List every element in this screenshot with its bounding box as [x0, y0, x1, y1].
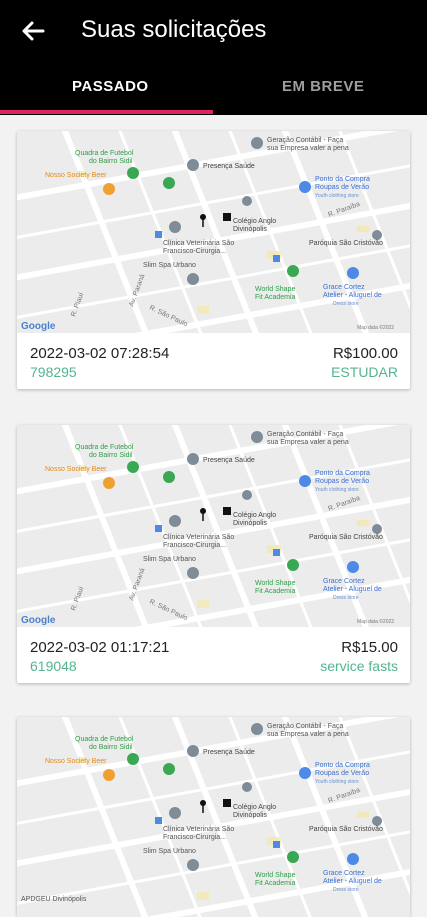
map-label-quadra1: Quadra de Futebol: [75, 736, 134, 743]
tab-em-breve[interactable]: EM BREVE: [282, 76, 364, 98]
map-label-clinica1: Clínica Veterinária São: [163, 826, 234, 833]
map-label-quadra2: do Bairro Sidil: [89, 744, 133, 751]
map-label-grace1: Grace Cortez: [323, 870, 365, 877]
map-label-grace1: Grace Cortez: [323, 284, 365, 291]
map-label-geracao1: Geração Contábil - Faça: [267, 137, 343, 144]
map-label-colegio2: Divinópolis: [233, 520, 267, 527]
map-label-clinica2: Francisco-Cirurgia...: [163, 542, 226, 549]
app-header: Suas solicitações PASSADO EM BREVE: [0, 0, 427, 115]
map-label-colegio1: Colégio Anglo: [233, 218, 276, 225]
map-label-paroquia: Paróquia São Cristóvão: [309, 534, 383, 541]
map-label-world2: Fit Academia: [255, 588, 296, 595]
request-card[interactable]: Quadra de Futebol do Bairro Sidil Nosso …: [17, 425, 410, 683]
map-label-presenca: Presença Saúde: [203, 749, 255, 756]
map-label-colegio1: Colégio Anglo: [233, 512, 276, 519]
map-label-world1: World Shape: [255, 872, 295, 879]
request-info: 2022-03-02 01:17:21 619048 R$15.00 servi…: [17, 627, 410, 683]
map-label-slim: Slim Spa Urbano: [143, 848, 196, 855]
request-code: 798295: [30, 364, 77, 380]
map-label-grace2: Atelier - Aluguel de: [323, 292, 382, 299]
map-label-grace3: Dress store: [333, 595, 359, 601]
request-service: ESTUDAR: [331, 364, 398, 380]
map-label-world1: World Shape: [255, 286, 295, 293]
map-label-geracao1: Geração Contábil - Faça: [267, 431, 343, 438]
map-label-mapdata: Map data ©2022: [357, 324, 394, 331]
request-price: R$100.00: [332, 345, 398, 362]
map-label-quadra2: do Bairro Sidil: [89, 158, 133, 165]
map-label-quadra1: Quadra de Futebol: [75, 444, 134, 451]
map-image: Quadra de Futebol do Bairro Sidil Nosso …: [17, 131, 410, 333]
map-label-colegio1: Colégio Anglo: [233, 804, 276, 811]
map-label-mapdata: Map data ©2022: [357, 618, 394, 625]
map-label-clinica2: Francisco-Cirurgia...: [163, 834, 226, 841]
map-label-nosso: Nosso Society Beer: [45, 758, 107, 765]
map-label-grace3: Dress store: [333, 887, 359, 893]
map-label-clinica2: Francisco-Cirurgia...: [163, 248, 226, 255]
map-label-geracao2: sua Empresa valer a pena: [267, 439, 349, 446]
request-service: service fasts: [320, 658, 398, 674]
map-label-colegio2: Divinópolis: [233, 812, 267, 819]
map-label-ponto1: Ponto da Compra: [315, 470, 370, 477]
map-label-presenca: Presença Saúde: [203, 457, 255, 464]
tab-passado[interactable]: PASSADO: [72, 76, 149, 98]
map-label-presenca: Presença Saúde: [203, 163, 255, 170]
route-map: Quadra de Futebol do Bairro Sidil Nosso …: [17, 131, 410, 333]
map-label-google: Google: [21, 615, 56, 626]
map-label-ponto2: Roupas de Verão: [315, 184, 369, 191]
request-code: 619048: [30, 658, 77, 674]
map-label-geracao1: Geração Contábil - Faça: [267, 723, 343, 730]
map-label-paroquia: Paróquia São Cristóvão: [309, 826, 383, 833]
back-arrow-icon[interactable]: [18, 16, 48, 46]
map-label-ponto3: Youth clothing store: [315, 193, 359, 199]
page-title: Suas solicitações: [81, 16, 267, 43]
map-label-ponto3: Youth clothing store: [315, 487, 359, 493]
map-label-colegio2: Divinópolis: [233, 226, 267, 233]
route-map: Quadra de Futebol do Bairro Sidil Nosso …: [17, 717, 410, 917]
map-label-clinica1: Clínica Veterinária São: [163, 240, 234, 247]
map-label-nosso: Nosso Society Beer: [45, 172, 107, 179]
map-label-slim: Slim Spa Urbano: [143, 262, 196, 269]
map-label-ponto3: Youth clothing store: [315, 779, 359, 785]
map-label-quadra1: Quadra de Futebol: [75, 150, 134, 157]
active-tab-indicator: [0, 110, 213, 114]
map-label-grace2: Atelier - Aluguel de: [323, 586, 382, 593]
map-label-grace2: Atelier - Aluguel de: [323, 878, 382, 885]
map-label-world2: Fit Academia: [255, 294, 296, 301]
map-label-ponto2: Roupas de Verão: [315, 478, 369, 485]
map-label-ponto2: Roupas de Verão: [315, 770, 369, 777]
map-label-ponto1: Ponto da Compra: [315, 762, 370, 769]
map-label-geracao2: sua Empresa valer a pena: [267, 731, 349, 738]
map-label-ponto1: Ponto da Compra: [315, 176, 370, 183]
request-info: 2022-03-02 07:28:54 798295 R$100.00 ESTU…: [17, 333, 410, 389]
request-price: R$15.00: [341, 639, 398, 656]
map-label-world1: World Shape: [255, 580, 295, 587]
request-card[interactable]: Quadra de Futebol do Bairro Sidil Nosso …: [17, 131, 410, 389]
map-label-google: Google: [21, 321, 56, 332]
map-label-clinica1: Clínica Veterinária São: [163, 534, 234, 541]
map-label-grace3: Dress store: [333, 301, 359, 307]
map-label-quadra2: do Bairro Sidil: [89, 452, 133, 459]
map-label-grace1: Grace Cortez: [323, 578, 365, 585]
map-label-paroquia: Paróquia São Cristóvão: [309, 240, 383, 247]
map-label-geracao2: sua Empresa valer a pena: [267, 145, 349, 152]
map-image: Quadra de Futebol do Bairro Sidil Nosso …: [17, 717, 410, 917]
route-map: Quadra de Futebol do Bairro Sidil Nosso …: [17, 425, 410, 627]
map-label-nosso: Nosso Society Beer: [45, 466, 107, 473]
request-date: 2022-03-02 01:17:21: [30, 639, 170, 656]
map-label-world2: Fit Academia: [255, 880, 296, 887]
map-label-slim: Slim Spa Urbano: [143, 556, 196, 563]
request-card[interactable]: Quadra de Futebol do Bairro Sidil Nosso …: [17, 717, 410, 917]
request-date: 2022-03-02 07:28:54: [30, 345, 170, 362]
map-image: Quadra de Futebol do Bairro Sidil Nosso …: [17, 425, 410, 627]
